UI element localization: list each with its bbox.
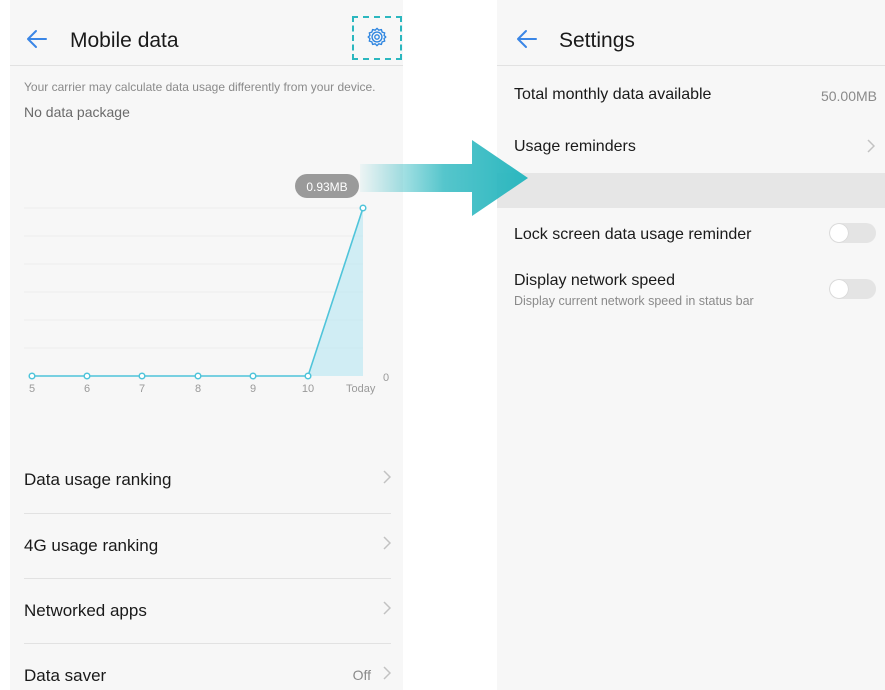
carrier-notice: Your carrier may calculate data usage di… <box>24 80 376 94</box>
menu-row-label: Data saver <box>24 666 107 685</box>
data-saver-status: Off <box>352 667 371 683</box>
x-tick-label: 7 <box>139 383 145 395</box>
page-title: Settings <box>559 29 635 52</box>
menu-row-data-usage-ranking[interactable]: Data usage ranking <box>10 448 403 513</box>
section-divider-band <box>497 173 885 208</box>
value-callout: 0.93MB <box>306 180 347 194</box>
setting-label: Lock screen data usage reminder <box>514 226 752 243</box>
app-bar: Mobile data <box>10 0 403 66</box>
menu-row-label: Data usage ranking <box>24 470 172 489</box>
data-package-status: No data package <box>24 104 130 120</box>
monthly-data-value: 50.00MB <box>820 88 877 104</box>
menu-row-label: 4G usage ranking <box>24 536 159 555</box>
setting-label: Total monthly data available <box>514 86 712 103</box>
setting-label: Display network speed <box>514 272 675 289</box>
chevron-right-icon <box>383 601 392 620</box>
chevron-right-icon <box>383 666 392 685</box>
data-point <box>28 372 36 380</box>
x-tick-label: 6 <box>84 383 90 395</box>
usage-chart: 5 6 7 8 9 10 Today 0.93MB <box>24 174 376 395</box>
y-axis-zero-label: 0 <box>383 372 390 384</box>
data-point <box>83 372 91 380</box>
chevron-right-icon <box>383 470 392 489</box>
back-arrow-icon[interactable] <box>24 26 50 52</box>
back-arrow-icon[interactable] <box>514 26 540 52</box>
mobile-data-screen: Mobile data Your carrier may calculate d… <box>10 0 403 690</box>
page-title: Mobile data <box>70 29 179 52</box>
menu-row-networked-apps[interactable]: Networked apps <box>10 579 403 644</box>
data-point <box>304 372 312 380</box>
lock-screen-reminder-toggle[interactable] <box>829 223 876 243</box>
app-bar: Settings <box>497 0 885 66</box>
x-tick-label: 8 <box>195 383 201 395</box>
chevron-right-icon <box>383 536 392 555</box>
setting-label: Usage reminders <box>514 138 636 155</box>
settings-screen: Settings Total monthly data available 50… <box>497 0 885 690</box>
transition-arrow-icon <box>360 140 528 216</box>
x-tick-label: Today <box>346 383 376 395</box>
gear-icon <box>367 27 387 47</box>
setting-sublabel: Display current network speed in status … <box>514 294 754 308</box>
menu-row-4g-usage-ranking[interactable]: 4G usage ranking <box>10 514 403 579</box>
menu-row-label: Networked apps <box>24 601 147 620</box>
settings-button[interactable] <box>352 16 402 60</box>
toggle-knob <box>830 280 848 298</box>
menu-row-data-saver[interactable]: Data saver Off <box>10 644 403 690</box>
network-speed-toggle[interactable] <box>829 279 876 299</box>
data-point <box>249 372 257 380</box>
chevron-right-icon <box>867 139 876 158</box>
data-point <box>194 372 202 380</box>
x-tick-label: 5 <box>29 383 35 395</box>
data-point <box>138 372 146 380</box>
toggle-knob <box>830 224 848 242</box>
x-tick-label: 10 <box>302 383 314 395</box>
x-tick-label: 9 <box>250 383 256 395</box>
